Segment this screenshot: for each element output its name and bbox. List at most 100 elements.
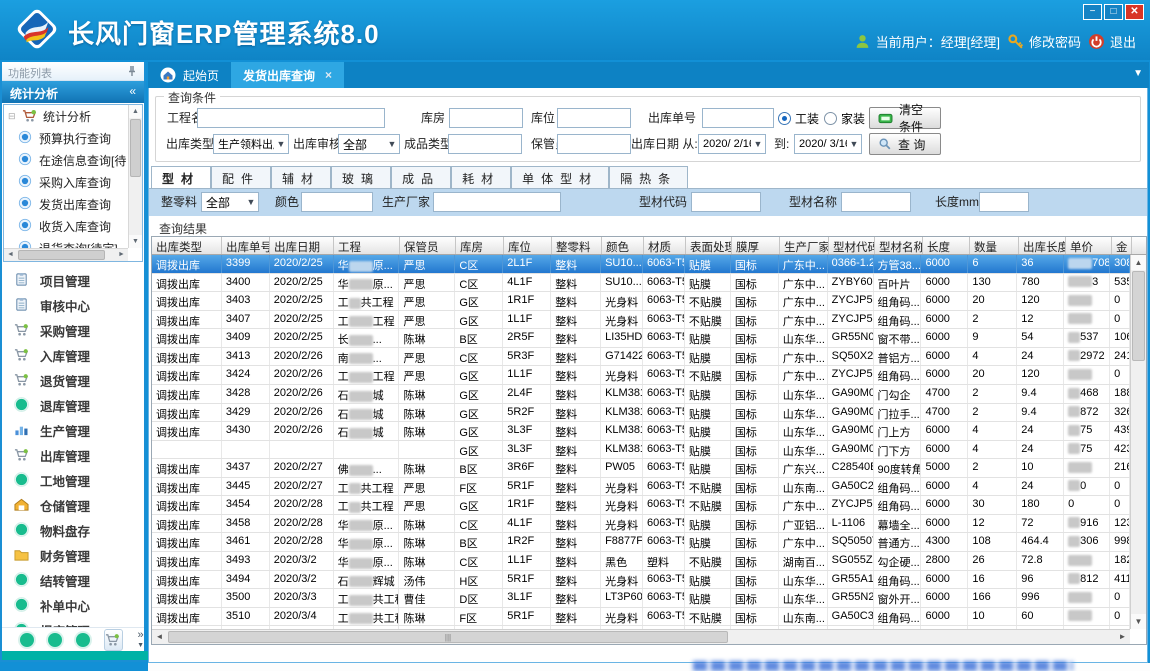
- sidebar-menu-item[interactable]: 工地管理: [2, 468, 144, 493]
- scroll-right-icon[interactable]: ►: [115, 249, 128, 261]
- whole-combo[interactable]: 全部 ▼: [201, 192, 259, 212]
- sidebar-menu-item[interactable]: 报废管理: [2, 618, 144, 627]
- sidebar-menu-item[interactable]: 退库管理: [2, 393, 144, 418]
- close-button[interactable]: ✕: [1125, 4, 1144, 20]
- green-dot-icon[interactable]: [76, 633, 90, 647]
- column-header[interactable]: 出库类型: [152, 237, 222, 254]
- code-input[interactable]: [691, 192, 761, 212]
- sidebar-menu-item[interactable]: 财务管理: [2, 543, 144, 568]
- table-row[interactable]: 调拨出库34372020/2/27佛...陈琳B区3R6F整料PW056063-…: [152, 459, 1130, 478]
- length-input[interactable]: [979, 192, 1029, 212]
- tree-item[interactable]: 预算执行查询: [4, 127, 128, 149]
- column-header[interactable]: 膜厚: [732, 237, 780, 254]
- tree-item[interactable]: 收货入库查询: [4, 215, 128, 237]
- table-row[interactable]: G区3L3F整料KLM38176063-T5贴膜国标山东华...GA90M09.…: [152, 441, 1130, 460]
- minimize-button[interactable]: −: [1083, 4, 1102, 20]
- green-dot-icon[interactable]: [20, 633, 34, 647]
- color-input[interactable]: [301, 192, 373, 212]
- table-row[interactable]: 调拨出库34932020/3/2华原...陈琳C区1L1F整料黑色塑料不贴膜国标…: [152, 552, 1130, 571]
- change-password-button[interactable]: 修改密码: [1007, 32, 1081, 51]
- sidebar-menu-item[interactable]: 仓储管理: [2, 493, 144, 518]
- audit-combo[interactable]: 全部 ▼: [338, 134, 400, 154]
- sidebar-menu-item[interactable]: 入库管理: [2, 343, 144, 368]
- keeper-input[interactable]: [557, 134, 631, 154]
- clear-button[interactable]: 清空条件: [869, 107, 941, 129]
- tree-vertical-scrollbar[interactable]: ▲ ▼: [128, 105, 142, 248]
- material-tab[interactable]: 型材: [151, 166, 211, 188]
- tree-item[interactable]: 发货出库查询: [4, 193, 128, 215]
- date-to-picker[interactable]: 2020/ 3/16 ▼: [794, 134, 862, 154]
- sidebar-menu-item[interactable]: 出库管理: [2, 443, 144, 468]
- material-tab[interactable]: 配件: [211, 166, 271, 188]
- table-row[interactable]: 调拨出库34942020/3/2石辉城汤伟H区5R1F整料光身料6063-T5贴…: [152, 571, 1130, 590]
- scroll-up-icon[interactable]: ▲: [1131, 255, 1146, 270]
- scroll-left-icon[interactable]: ◄: [4, 249, 17, 261]
- location-input[interactable]: [557, 108, 631, 128]
- logout-button[interactable]: 退出: [1088, 32, 1136, 51]
- column-header[interactable]: 型材名称: [875, 237, 923, 254]
- column-header[interactable]: 型材代码: [829, 237, 875, 254]
- out-type-combo[interactable]: 生产领料出库 ▼: [213, 134, 289, 154]
- table-row[interactable]: 调拨出库34032020/2/25工共工程严思G区1R1F整料光身料6063-T…: [152, 292, 1130, 311]
- cart-toolbar-button[interactable]: [104, 629, 123, 651]
- table-row[interactable]: 调拨出库34002020/2/25华原...严思C区4L1F整料SU10...6…: [152, 274, 1130, 293]
- scroll-up-icon[interactable]: ▲: [129, 105, 142, 118]
- scroll-right-icon[interactable]: ►: [1115, 630, 1130, 644]
- table-vertical-scrollbar[interactable]: ▲ ▼: [1130, 255, 1146, 629]
- radio-jiazhuang[interactable]: 家装: [824, 110, 865, 127]
- column-header[interactable]: 工程: [334, 237, 400, 254]
- pin-icon[interactable]: [126, 65, 138, 77]
- sidebar-menu-item[interactable]: 生产管理: [2, 418, 144, 443]
- table-row[interactable]: 调拨出库34072020/2/25工工程严思G区1L1F整料光身料6063-T5…: [152, 311, 1130, 330]
- maximize-button[interactable]: □: [1104, 4, 1123, 20]
- column-header[interactable]: 出库日期: [270, 237, 334, 254]
- tab-home[interactable]: 起始页: [148, 62, 231, 88]
- table-row[interactable]: 调拨出库34302020/2/26石城陈琳G区3L3F整料KLM38176063…: [152, 422, 1130, 441]
- column-header[interactable]: 材质: [644, 237, 686, 254]
- project-input[interactable]: [197, 108, 385, 128]
- name-input[interactable]: [841, 192, 911, 212]
- column-header[interactable]: 颜色: [602, 237, 644, 254]
- table-row[interactable]: 调拨出库34092020/2/25长...陈琳B区2R5F整料LI35HD606…: [152, 329, 1130, 348]
- product-type-input[interactable]: [448, 134, 522, 154]
- date-from-picker[interactable]: 2020/ 2/16 ▼: [698, 134, 766, 154]
- material-tab[interactable]: 成品: [391, 166, 451, 188]
- column-header[interactable]: 单价: [1066, 237, 1112, 254]
- sidebar-menu-item[interactable]: 采购管理: [2, 318, 144, 343]
- column-header[interactable]: 保管员: [400, 237, 456, 254]
- sidebar-menu-item[interactable]: 项目管理: [2, 268, 144, 293]
- column-header[interactable]: 生产厂家: [780, 237, 829, 254]
- tabstrip-dropdown-icon[interactable]: ▼: [1133, 68, 1143, 79]
- overflow-chevron-icon[interactable]: »▼: [137, 631, 144, 650]
- tree-horizontal-scrollbar[interactable]: ◄ ►: [4, 248, 128, 261]
- tree-joint-icon[interactable]: ⊟: [8, 111, 18, 122]
- table-row[interactable]: 调拨出库35102020/3/4工共工程陈琳F区5R1F整料光身料6063-T5…: [152, 608, 1130, 627]
- sidebar-menu-item[interactable]: 结转管理: [2, 568, 144, 593]
- sidebar-section-header[interactable]: 统计分析 «: [2, 81, 144, 103]
- column-header[interactable]: 金: [1112, 237, 1132, 254]
- table-row[interactable]: 调拨出库34582020/2/28华原...陈琳C区4L1F整料光身料6063-…: [152, 515, 1130, 534]
- column-header[interactable]: 数量: [970, 237, 1019, 254]
- column-header[interactable]: 表面处理: [686, 237, 732, 254]
- table-row[interactable]: 调拨出库34242020/2/26工工程严思G区1L1F整料光身料6063-T5…: [152, 366, 1130, 385]
- tab-outbound-query[interactable]: 发货出库查询 ×: [231, 62, 344, 88]
- sidebar-menu-item[interactable]: 退货管理: [2, 368, 144, 393]
- table-row[interactable]: 调拨出库34282020/2/26石城陈琳G区2L4F整料KLM38176063…: [152, 385, 1130, 404]
- material-tab[interactable]: 单体型材: [511, 166, 609, 188]
- table-row[interactable]: 调拨出库35002020/3/3工共工程曹佳D区3L1F整料LT3P606063…: [152, 589, 1130, 608]
- table-row[interactable]: 调拨出库34132020/2/26南...严思C区5R3F整料G71422606…: [152, 348, 1130, 367]
- green-dot-icon[interactable]: [48, 633, 62, 647]
- table-horizontal-scrollbar[interactable]: ◄ ||| ►: [152, 629, 1130, 644]
- maker-input[interactable]: [433, 192, 561, 212]
- table-hscroll-thumb[interactable]: |||: [168, 631, 728, 643]
- sidebar-menu-item[interactable]: 物料盘存: [2, 518, 144, 543]
- material-tab[interactable]: 隔热条: [609, 166, 688, 188]
- tree-hscroll-thumb[interactable]: [18, 250, 105, 260]
- tree-item[interactable]: 在途信息查询[待: [4, 149, 128, 171]
- tree-vscroll-thumb[interactable]: [130, 119, 141, 177]
- order-no-input[interactable]: [702, 108, 774, 128]
- material-tab[interactable]: 耗材: [451, 166, 511, 188]
- column-header[interactable]: 出库单号: [222, 237, 270, 254]
- tree-item[interactable]: 退货查询[待定]: [4, 237, 128, 248]
- sidebar-menu-item[interactable]: 补单中心: [2, 593, 144, 618]
